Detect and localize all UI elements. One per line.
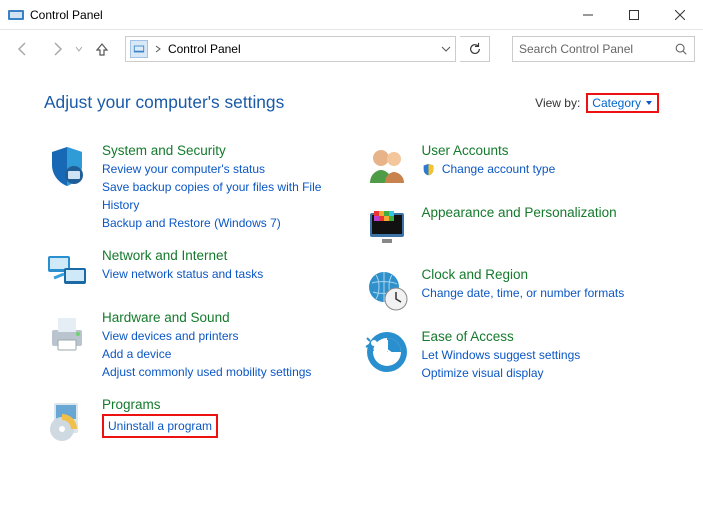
left-column: System and Security Review your computer…: [44, 143, 340, 443]
category-title[interactable]: Hardware and Sound: [102, 310, 311, 325]
shield-computer-icon: [44, 143, 90, 189]
category-title[interactable]: Programs: [102, 397, 218, 412]
chevron-right-icon[interactable]: [154, 45, 162, 53]
page-title: Adjust your computer's settings: [44, 92, 284, 113]
titlebar: Control Panel: [0, 0, 703, 30]
category-link[interactable]: Optimize visual display: [422, 364, 581, 382]
category-link[interactable]: Backup and Restore (Windows 7): [102, 214, 340, 232]
back-button[interactable]: [8, 34, 38, 64]
right-column: User Accounts Change account type: [364, 143, 660, 443]
category-title[interactable]: User Accounts: [422, 143, 556, 158]
category-title[interactable]: Clock and Region: [422, 267, 625, 282]
recent-dropdown-icon[interactable]: [75, 45, 83, 53]
address-dropdown-icon[interactable]: [441, 44, 451, 54]
cd-box-icon: [44, 397, 90, 443]
view-by-value: Category: [592, 96, 641, 110]
monitor-palette-icon: [364, 205, 410, 251]
category-hardware-sound: Hardware and Sound View devices and prin…: [44, 310, 340, 381]
category-network-internet: Network and Internet View network status…: [44, 248, 340, 294]
category-link-uninstall[interactable]: Uninstall a program: [102, 414, 218, 438]
category-link[interactable]: Adjust commonly used mobility settings: [102, 363, 311, 381]
control-panel-icon: [8, 7, 24, 23]
category-clock-region: Clock and Region Change date, time, or n…: [364, 267, 660, 313]
uac-shield-icon: [422, 163, 435, 176]
category-programs: Programs Uninstall a program: [44, 397, 340, 443]
category-link[interactable]: Change account type: [422, 160, 556, 178]
address-bar[interactable]: Control Panel: [125, 36, 457, 62]
network-icon: [44, 248, 90, 294]
view-by-control: View by: Category: [535, 93, 659, 113]
close-button[interactable]: [657, 0, 703, 30]
search-input[interactable]: [519, 42, 674, 56]
category-link-text: Change account type: [442, 162, 555, 176]
view-by-dropdown[interactable]: Category: [586, 93, 659, 113]
category-title[interactable]: Network and Internet: [102, 248, 263, 263]
search-icon[interactable]: [674, 42, 688, 56]
category-link[interactable]: Let Windows suggest settings: [422, 346, 581, 364]
address-location[interactable]: Control Panel: [168, 42, 241, 56]
minimize-button[interactable]: [565, 0, 611, 30]
category-title[interactable]: Appearance and Personalization: [422, 205, 617, 220]
content-area: Adjust your computer's settings View by:…: [0, 68, 703, 453]
printer-icon: [44, 310, 90, 356]
people-icon: [364, 143, 410, 189]
up-button[interactable]: [87, 34, 117, 64]
search-box[interactable]: [512, 36, 695, 62]
category-link[interactable]: View devices and printers: [102, 327, 311, 345]
window-title: Control Panel: [30, 8, 103, 22]
category-link[interactable]: Change date, time, or number formats: [422, 284, 625, 302]
category-link[interactable]: Add a device: [102, 345, 311, 363]
address-cp-icon: [130, 40, 148, 58]
forward-button[interactable]: [42, 34, 72, 64]
globe-clock-icon: [364, 267, 410, 313]
view-by-label: View by:: [535, 96, 580, 110]
refresh-button[interactable]: [460, 36, 490, 62]
chevron-down-icon: [645, 99, 653, 107]
nav-toolbar: Control Panel: [0, 30, 703, 68]
category-link[interactable]: Save backup copies of your files with Fi…: [102, 178, 340, 214]
category-ease-of-access: Ease of Access Let Windows suggest setti…: [364, 329, 660, 382]
category-title[interactable]: System and Security: [102, 143, 340, 158]
ease-of-access-icon: [364, 329, 410, 375]
category-link[interactable]: View network status and tasks: [102, 265, 263, 283]
category-user-accounts: User Accounts Change account type: [364, 143, 660, 189]
category-appearance-personalization: Appearance and Personalization: [364, 205, 660, 251]
category-link[interactable]: Review your computer's status: [102, 160, 340, 178]
maximize-button[interactable]: [611, 0, 657, 30]
category-title[interactable]: Ease of Access: [422, 329, 581, 344]
category-system-security: System and Security Review your computer…: [44, 143, 340, 232]
